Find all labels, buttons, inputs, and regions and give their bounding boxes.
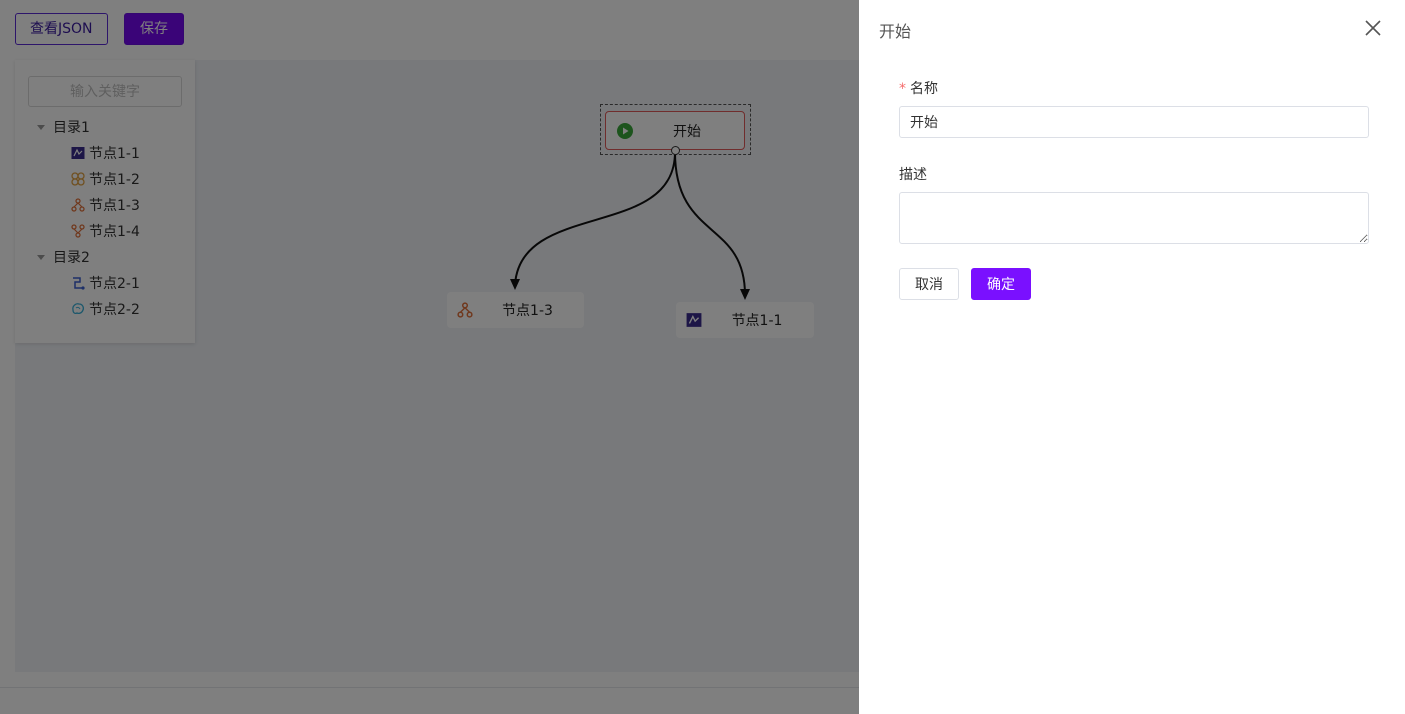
- cancel-button[interactable]: 取消: [899, 268, 959, 300]
- description-textarea[interactable]: [899, 192, 1369, 244]
- close-icon[interactable]: [1364, 19, 1382, 37]
- drawer-title: 开始: [879, 22, 912, 41]
- required-asterisk: *: [899, 81, 906, 97]
- description-label: 描述: [899, 167, 927, 183]
- name-input[interactable]: [899, 106, 1369, 138]
- confirm-button[interactable]: 确定: [971, 268, 1031, 300]
- name-label: * 名称: [899, 81, 938, 97]
- node-config-drawer: 开始 *名称 描述 取消 确定: [859, 0, 1405, 714]
